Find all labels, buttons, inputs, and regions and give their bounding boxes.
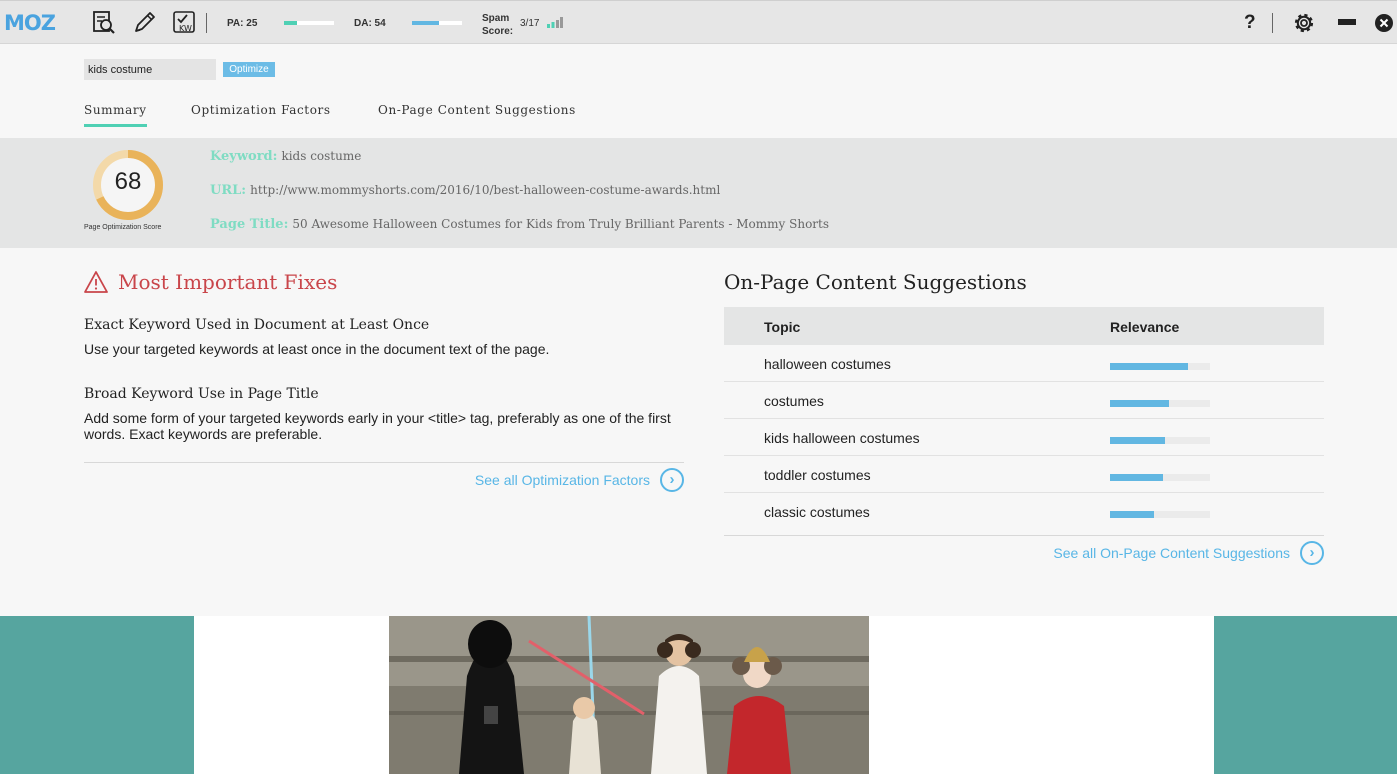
- page-title-value: 50 Awesome Halloween Costumes for Kids f…: [292, 217, 830, 231]
- suggestions-table: Topic Relevance halloween costumes costu…: [724, 307, 1324, 530]
- da-label: DA: 54: [354, 18, 386, 29]
- see-all-content-suggestions-link[interactable]: See all On-Page Content Suggestions: [1053, 545, 1290, 561]
- settings-gear-icon[interactable]: [1291, 10, 1317, 36]
- summary-panel: 68 Page Optimization Score Keyword: kids …: [0, 138, 1397, 248]
- chevron-right-icon[interactable]: ›: [1300, 541, 1324, 565]
- relevance-bar-fill: [1110, 511, 1154, 518]
- highlight-pen-icon[interactable]: [131, 10, 157, 36]
- topic-cell: costumes: [764, 393, 824, 409]
- column-header-relevance: Relevance: [1110, 319, 1180, 335]
- da-bar-fill: [412, 21, 439, 25]
- relevance-bar-fill: [1110, 363, 1188, 370]
- minimize-icon[interactable]: [1335, 10, 1361, 36]
- keyword-label: Keyword:: [210, 149, 278, 164]
- topic-cell: halloween costumes: [764, 356, 891, 372]
- close-icon[interactable]: [1371, 10, 1397, 36]
- table-header: Topic Relevance: [724, 307, 1324, 345]
- topic-cell: kids halloween costumes: [764, 430, 920, 446]
- table-row: classic costumes: [724, 493, 1324, 530]
- page-analysis-icon[interactable]: [91, 10, 117, 36]
- table-row: toddler costumes: [724, 456, 1324, 493]
- pa-bar: [284, 21, 334, 25]
- table-row: costumes: [724, 382, 1324, 419]
- spam-score-value: 3/17: [520, 18, 540, 29]
- topic-cell: classic costumes: [764, 504, 870, 520]
- warning-icon: [84, 271, 108, 293]
- tab-content-suggestions[interactable]: On-Page Content Suggestions: [378, 103, 576, 117]
- table-row: kids halloween costumes: [724, 419, 1324, 456]
- help-icon[interactable]: ?: [1244, 12, 1256, 34]
- url-value: http://www.mommyshorts.com/2016/10/best-…: [250, 183, 721, 197]
- costume-photo: [389, 616, 869, 774]
- keyword-search-input[interactable]: [84, 59, 216, 80]
- see-all-optimization-factors-link[interactable]: See all Optimization Factors: [475, 472, 650, 488]
- relevance-bar: [1110, 400, 1210, 407]
- keyword-row: Keyword: kids costume: [210, 149, 361, 164]
- relevance-bar-fill: [1110, 400, 1169, 407]
- url-label: URL:: [210, 183, 247, 198]
- tab-summary[interactable]: Summary: [84, 103, 147, 127]
- fix-title: Broad Keyword Use in Page Title: [84, 386, 319, 402]
- relevance-bar: [1110, 474, 1210, 481]
- score-caption: Page Optimization Score: [84, 224, 162, 231]
- divider: [84, 462, 684, 463]
- svg-text:KW: KW: [179, 24, 192, 33]
- divider: [724, 535, 1324, 536]
- url-row: URL: http://www.mommyshorts.com/2016/10/b…: [210, 183, 720, 198]
- moz-logo: MOZ: [4, 11, 56, 35]
- table-row: halloween costumes: [724, 345, 1324, 382]
- most-important-fixes-title: Most Important Fixes: [118, 270, 338, 294]
- toolbar-separator: [206, 13, 207, 33]
- da-bar: [412, 21, 462, 25]
- fix-title: Exact Keyword Used in Document at Least …: [84, 317, 430, 333]
- spam-bars-icon: [547, 17, 563, 28]
- fix-description: Add some form of your targeted keywords …: [84, 410, 671, 442]
- topic-cell: toddler costumes: [764, 467, 871, 483]
- pa-bar-fill: [284, 21, 297, 25]
- page-title-label: Page Title:: [210, 217, 289, 232]
- page-title-row: Page Title: 50 Awesome Halloween Costumes…: [210, 217, 829, 232]
- fix-description: Use your targeted keywords at least once…: [84, 341, 550, 357]
- relevance-bar-fill: [1110, 474, 1163, 481]
- column-header-topic: Topic: [764, 319, 801, 335]
- relevance-bar: [1110, 437, 1210, 444]
- keyword-value: kids costume: [281, 149, 362, 163]
- toolbar-separator: [1272, 13, 1273, 33]
- relevance-bar-fill: [1110, 437, 1165, 444]
- keyword-icon[interactable]: KW: [172, 10, 198, 36]
- pa-label: PA: 25: [227, 18, 258, 29]
- spam-score-label: Spam Score:: [482, 13, 514, 37]
- optimize-button[interactable]: Optimize: [223, 62, 275, 77]
- relevance-bar: [1110, 363, 1210, 370]
- moz-toolbar: MOZ KW PA: 25 DA: 54 Spam Score: 3/17 ?: [0, 0, 1397, 44]
- tab-optimization-factors[interactable]: Optimization Factors: [191, 103, 331, 117]
- optimization-score: 68: [114, 168, 142, 195]
- relevance-bar: [1110, 511, 1210, 518]
- chevron-right-icon[interactable]: ›: [660, 468, 684, 492]
- content-suggestions-title: On-Page Content Suggestions: [724, 270, 1027, 294]
